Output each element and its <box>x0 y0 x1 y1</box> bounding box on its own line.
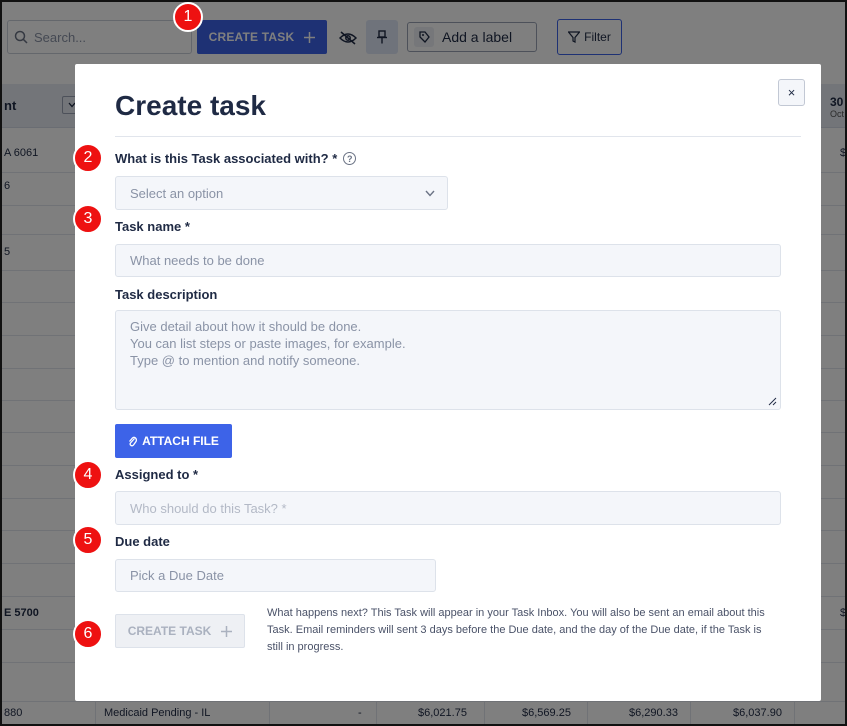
task-name-placeholder: What needs to be done <box>130 253 265 268</box>
step-marker-3: 3 <box>73 204 103 234</box>
paperclip-icon <box>129 436 138 447</box>
plus-icon <box>221 625 233 637</box>
assigned-input[interactable]: Who should do this Task? * <box>115 491 781 525</box>
associated-placeholder: Select an option <box>130 185 224 201</box>
associated-label-text: What is this Task associated with? * <box>115 151 338 166</box>
step-marker-5: 5 <box>73 525 103 555</box>
close-icon: × <box>787 85 796 100</box>
modal-title: Create task <box>115 90 266 121</box>
what-happens-next-note: What happens next? This Task will appear… <box>267 607 765 653</box>
create-task-modal: Create task × What is this Task associat… <box>75 64 821 701</box>
attach-file-label: ATTACH FILE <box>142 434 219 448</box>
assigned-label: Assigned to * <box>115 467 198 482</box>
help-icon[interactable]: ? <box>343 152 357 165</box>
create-task-submit-button[interactable]: CREATE TASK <box>115 614 245 648</box>
close-button[interactable]: × <box>778 79 805 106</box>
description-label-text: Task description <box>115 287 218 302</box>
step-marker-2: 2 <box>73 143 103 173</box>
task-name-label-text: Task name * <box>115 219 190 234</box>
assigned-label-text: Assigned to * <box>115 467 199 482</box>
step-marker-1: 1 <box>173 2 203 32</box>
task-name-label: Task name * <box>115 219 190 234</box>
description-textarea[interactable]: Give detail about how it should be done.… <box>115 310 781 410</box>
associated-label: What is this Task associated with? * ? <box>115 151 357 166</box>
resize-handle-icon[interactable] <box>768 397 777 406</box>
due-date-label: Due date <box>115 534 170 549</box>
due-date-placeholder: Pick a Due Date <box>130 568 224 583</box>
task-name-input[interactable]: What needs to be done <box>115 244 781 277</box>
attach-file-button[interactable]: ATTACH FILE <box>115 424 232 458</box>
assigned-placeholder: Who should do this Task? * <box>130 500 287 516</box>
step-marker-4: 4 <box>73 460 103 490</box>
due-date-label-text: Due date <box>115 534 170 549</box>
chevron-down-icon <box>425 190 435 197</box>
associated-select[interactable]: Select an option <box>115 176 448 210</box>
title-divider <box>115 136 801 137</box>
description-label: Task description <box>115 287 217 302</box>
create-task-submit-label: CREATE TASK <box>127 624 212 638</box>
app-frame: Search... CREATE TASK Add a label Filter… <box>0 0 847 726</box>
description-placeholder: Give detail about how it should be done.… <box>130 319 406 368</box>
due-date-input[interactable]: Pick a Due Date <box>115 559 436 592</box>
step-marker-6: 6 <box>73 619 103 649</box>
